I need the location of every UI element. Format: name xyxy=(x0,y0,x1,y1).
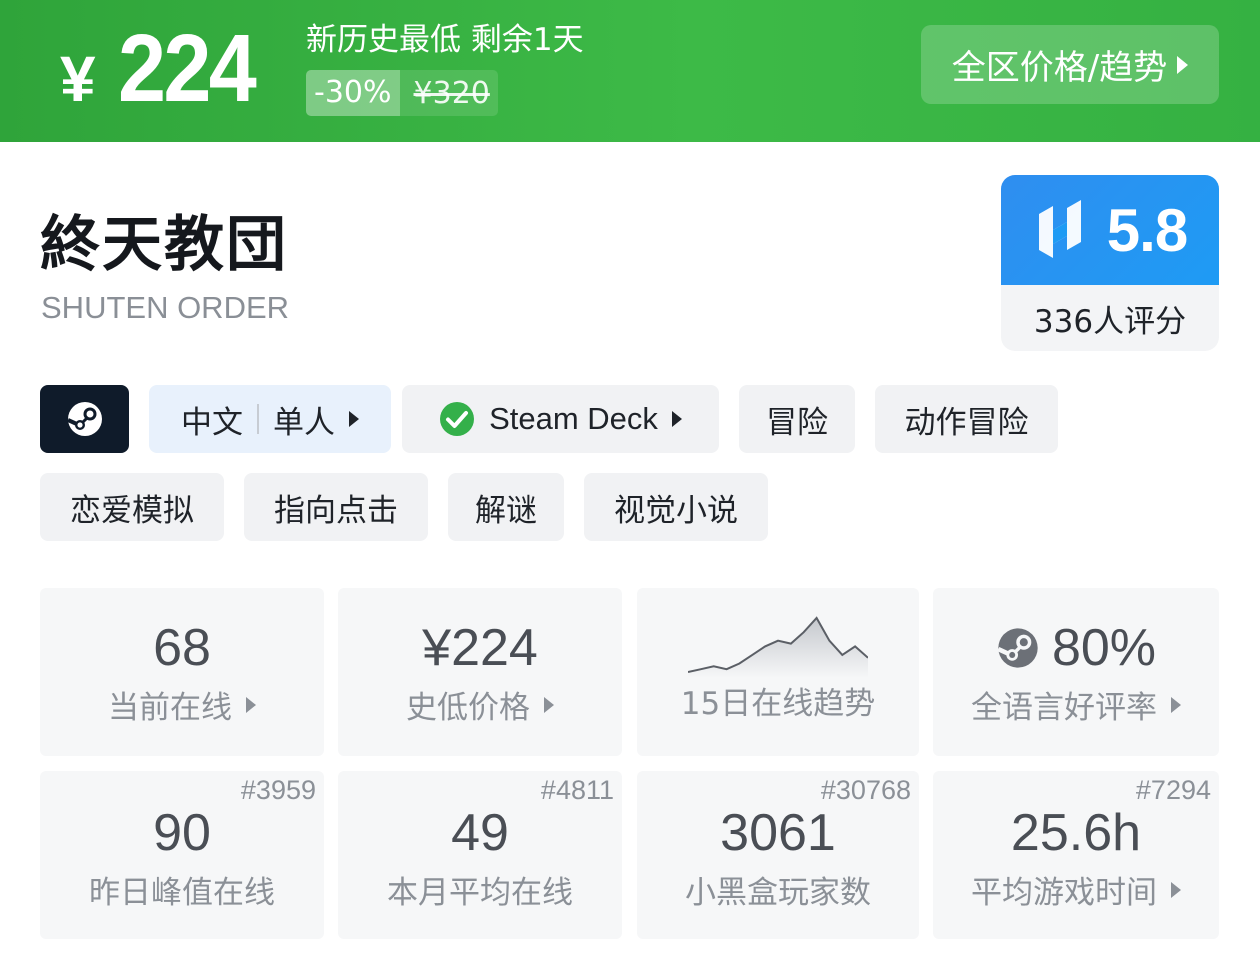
rating-count: 336人评分 xyxy=(1033,303,1187,340)
current-price: ¥ 224 xyxy=(60,14,269,122)
trend-label: 15日在线趋势 xyxy=(680,686,876,722)
game-subtitle: SHUTEN ORDER xyxy=(41,290,290,325)
steam-deck-label: Steam Deck xyxy=(489,401,658,436)
tag-divider xyxy=(257,404,259,434)
rating-score-area: 5.8 xyxy=(1001,175,1219,285)
language-label: 中文 xyxy=(181,404,243,441)
genre-tag[interactable]: 解谜 xyxy=(448,473,564,541)
player-count-value: 3061 xyxy=(720,804,836,862)
positive-rate-value: 80% xyxy=(1051,619,1157,677)
genre-label: 冒险 xyxy=(766,404,828,441)
rating-card[interactable]: 5.8 336人评分 xyxy=(1001,175,1219,351)
month-average-value: 49 xyxy=(451,804,509,862)
stat-peak-yesterday[interactable]: #3959 90 昨日峰值在线 xyxy=(40,771,324,939)
stat-online-now[interactable]: 68 当前在线 xyxy=(40,588,324,756)
online-now-label-row: 当前在线 xyxy=(108,682,256,727)
stat-avg-playtime[interactable]: #7294 25.6h 平均游戏时间 xyxy=(933,771,1219,939)
lowest-price-label-row: 史低价格 xyxy=(406,682,554,727)
positive-rate-row: 80% xyxy=(996,616,1156,680)
current-price-value: 224 xyxy=(117,15,257,122)
trend-sparkline xyxy=(688,616,868,678)
steam-platform-tag[interactable] xyxy=(40,385,129,453)
peak-yesterday-label: 昨日峰值在线 xyxy=(89,875,275,911)
chevron-right-icon xyxy=(1171,881,1181,898)
mode-label: 单人 xyxy=(273,404,335,441)
stat-player-count[interactable]: #30768 3061 小黑盒玩家数 xyxy=(637,771,919,939)
month-average-rank: #4811 xyxy=(540,775,614,805)
language-mode-tag[interactable]: 中文 单人 xyxy=(149,385,391,453)
genre-tag[interactable]: 视觉小说 xyxy=(584,473,768,541)
genre-label: 解谜 xyxy=(475,492,537,529)
stat-online-trend[interactable]: 15日在线趋势 xyxy=(637,588,919,756)
genre-label: 动作冒险 xyxy=(904,404,1029,441)
avg-playtime-rank: #7294 xyxy=(1135,775,1211,805)
chevron-right-icon xyxy=(349,411,359,427)
lowest-price-value: ¥224 xyxy=(422,619,538,677)
chevron-right-icon xyxy=(544,696,554,713)
peak-yesterday-value: 90 xyxy=(153,804,211,862)
chevron-right-icon xyxy=(1171,696,1181,713)
genre-label: 视觉小说 xyxy=(614,492,738,529)
stat-positive-rate[interactable]: 80% 全语言好评率 xyxy=(933,588,1219,756)
heybox-logo-icon xyxy=(1038,200,1081,258)
positive-rate-label: 全语言好评率 xyxy=(971,690,1157,726)
discount-badge: -30% xyxy=(306,70,400,116)
historical-low-note: 新历史最低 剩余1天 xyxy=(306,22,584,58)
player-count-rank: #30768 xyxy=(820,775,911,805)
rating-score: 5.8 xyxy=(1106,196,1188,264)
stat-lowest-price[interactable]: ¥224 史低价格 xyxy=(338,588,622,756)
avg-playtime-label-row: 平均游戏时间 xyxy=(971,867,1181,912)
region-price-trend-label: 全区价格/趋势 xyxy=(951,48,1168,88)
chevron-right-icon xyxy=(671,411,682,427)
online-now-value: 68 xyxy=(153,619,211,677)
original-price: ¥320 xyxy=(413,76,490,111)
trend-area xyxy=(688,618,868,678)
stat-month-average[interactable]: #4811 49 本月平均在线 xyxy=(338,771,622,939)
trend-label-row: 15日在线趋势 xyxy=(681,678,875,723)
chevron-right-icon xyxy=(246,696,256,713)
genre-label: 指向点击 xyxy=(274,492,398,529)
discount-box: -30% ¥320 xyxy=(306,70,498,116)
positive-rate-label-row: 全语言好评率 xyxy=(971,682,1181,727)
steam-icon xyxy=(997,628,1038,668)
genre-tag[interactable]: 动作冒险 xyxy=(875,385,1058,453)
price-banner: ¥ 224 新历史最低 剩余1天 -30% ¥320 全区价格/趋势 xyxy=(0,0,1260,142)
genre-tag[interactable]: 恋爱模拟 xyxy=(40,473,224,541)
online-now-label: 当前在线 xyxy=(108,690,232,726)
chevron-right-icon xyxy=(1177,55,1189,74)
steam-deck-tag[interactable]: Steam Deck xyxy=(402,385,719,453)
month-average-label: 本月平均在线 xyxy=(387,875,573,911)
region-price-trend-button[interactable]: 全区价格/趋势 xyxy=(921,25,1219,104)
currency-symbol: ¥ xyxy=(60,43,96,115)
genre-label: 恋爱模拟 xyxy=(70,492,194,529)
steam-icon xyxy=(66,402,102,436)
game-title: 終天教団 xyxy=(40,210,288,280)
genre-tag[interactable]: 冒险 xyxy=(739,385,855,453)
check-circle-icon xyxy=(440,402,475,436)
lowest-price-label: 史低价格 xyxy=(406,690,530,726)
genre-tag[interactable]: 指向点击 xyxy=(244,473,428,541)
avg-playtime-value: 25.6h xyxy=(1010,804,1142,862)
avg-playtime-label: 平均游戏时间 xyxy=(971,875,1157,911)
player-count-label: 小黑盒玩家数 xyxy=(685,875,871,911)
peak-yesterday-rank: #3959 xyxy=(240,775,316,805)
